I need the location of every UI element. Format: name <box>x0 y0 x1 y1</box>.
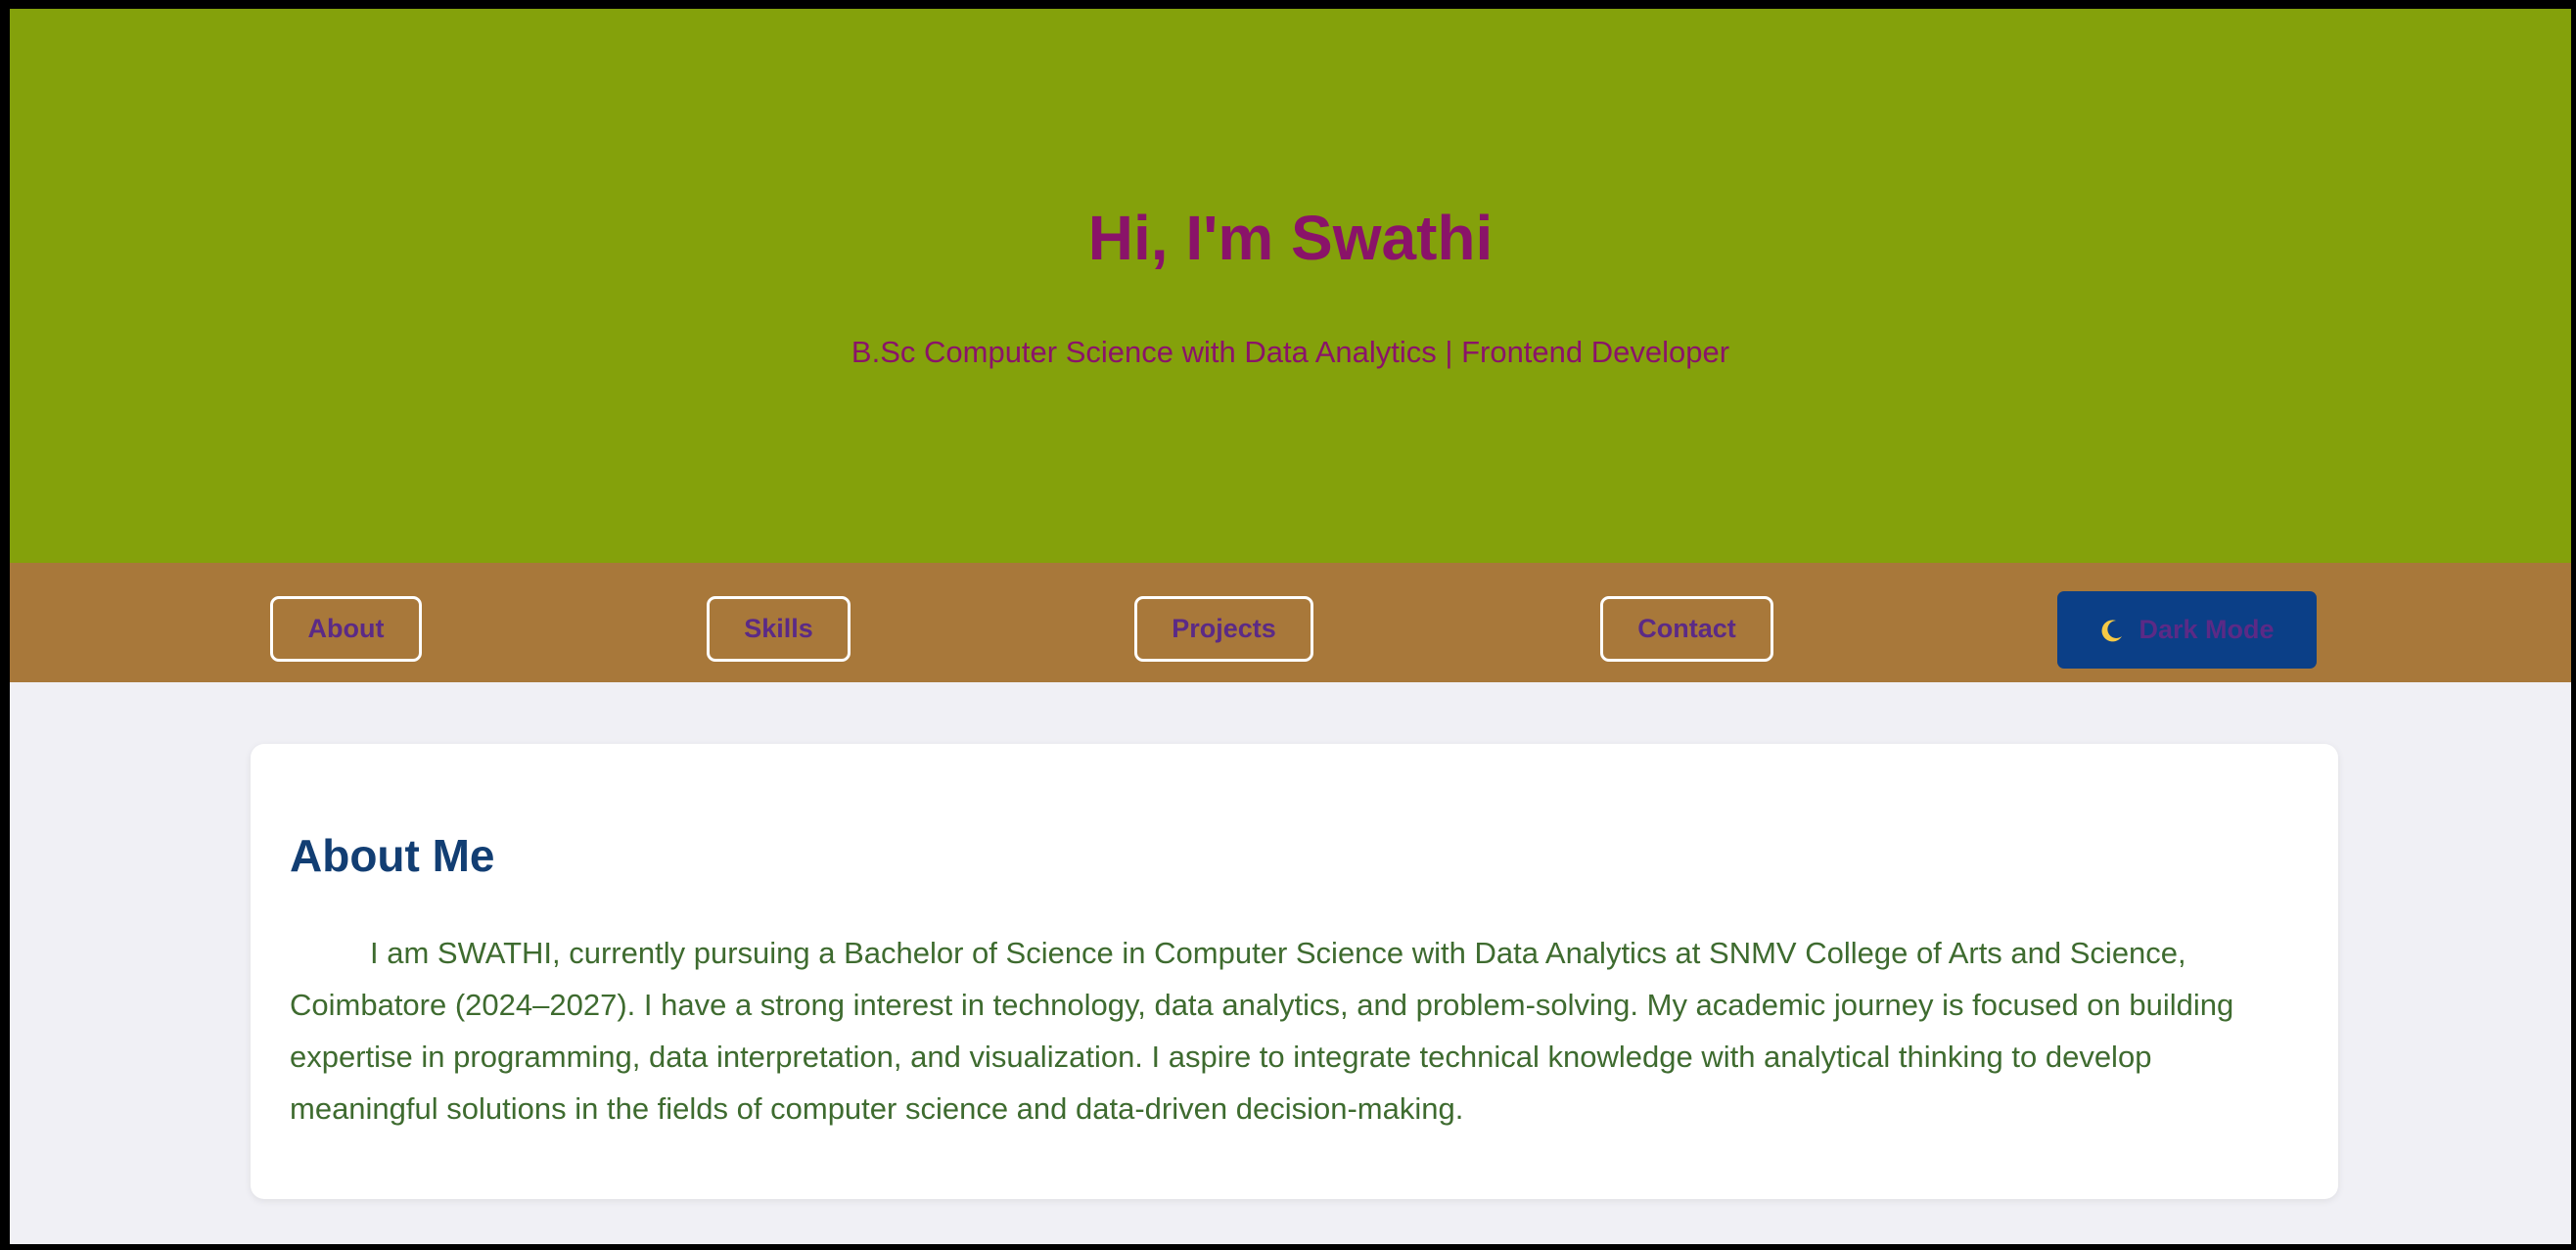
page-frame: Hi, I'm Swathi B.Sc Computer Science wit… <box>10 9 2571 1244</box>
dark-mode-button[interactable]: Dark Mode <box>2057 591 2317 669</box>
about-section: About Me I am SWATHI, currently pursuing… <box>251 744 2338 1199</box>
hero-header: Hi, I'm Swathi B.Sc Computer Science wit… <box>10 9 2571 563</box>
nav-skills-button[interactable]: Skills <box>707 596 851 662</box>
hero-title: Hi, I'm Swathi <box>1087 203 1494 273</box>
main-nav: About Skills Projects Contact Dark Mode <box>10 563 2571 682</box>
moon-icon <box>2099 618 2125 643</box>
dark-mode-label: Dark Mode <box>2139 615 2275 644</box>
nav-about-button[interactable]: About <box>270 596 422 662</box>
about-text: I am SWATHI, currently pursuing a Bachel… <box>290 936 2234 1126</box>
hero-subtitle: B.Sc Computer Science with Data Analytic… <box>851 335 1730 369</box>
about-heading: About Me <box>290 830 495 881</box>
nav-projects-button[interactable]: Projects <box>1134 596 1313 662</box>
nav-contact-button[interactable]: Contact <box>1600 596 1773 662</box>
